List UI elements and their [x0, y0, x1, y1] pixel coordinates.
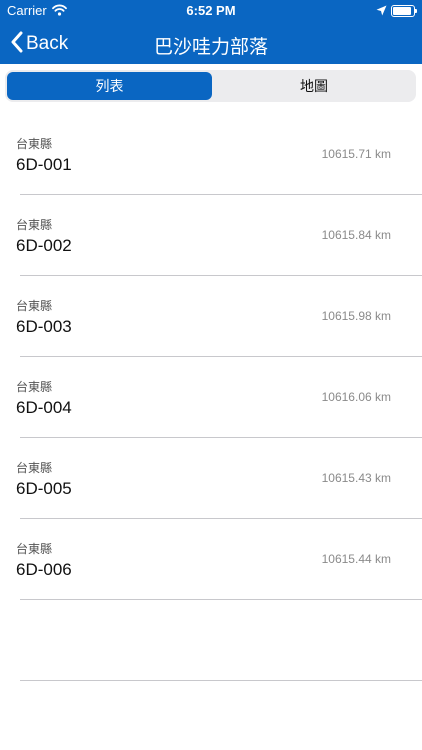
list-item[interactable]: 台東縣 6D-001 10615.71 km [0, 114, 422, 195]
row-code: 6D-003 [16, 317, 72, 336]
row-distance: 10615.98 km [321, 309, 391, 323]
row-code: 6D-005 [16, 479, 72, 498]
list-item[interactable]: 台東縣 6D-005 10615.43 km [0, 438, 422, 519]
row-code: 6D-004 [16, 398, 72, 417]
battery-icon [391, 5, 417, 17]
row-distance: 10615.44 km [321, 552, 391, 566]
row-code: 6D-001 [16, 155, 72, 174]
row-county: 台東縣 [16, 542, 53, 556]
segment-list[interactable]: 列表 [7, 72, 212, 100]
row-county: 台東縣 [16, 137, 53, 151]
location-arrow-icon [376, 4, 387, 19]
row-distance: 10616.06 km [321, 390, 391, 404]
location-list: 台東縣 6D-001 10615.71 km 台東縣 6D-002 10615.… [0, 114, 422, 681]
list-item[interactable]: 台東縣 6D-006 10615.44 km [0, 519, 422, 600]
nav-bar: Carrier 6:52 PM Back 巴沙哇力部落 [0, 0, 422, 64]
segment-map[interactable]: 地圖 [214, 72, 414, 100]
list-item[interactable]: 台東縣 6D-003 10615.98 km [0, 276, 422, 357]
list-item[interactable]: 台東縣 6D-004 10616.06 km [0, 357, 422, 438]
row-county: 台東縣 [16, 461, 53, 475]
row-county: 台東縣 [16, 380, 53, 394]
row-code: 6D-006 [16, 560, 72, 579]
status-time: 6:52 PM [186, 3, 236, 18]
view-segmented-control: 列表 地圖 [5, 70, 416, 102]
row-county: 台東縣 [16, 299, 53, 313]
list-item[interactable]: 台東縣 6D-002 10615.84 km [0, 195, 422, 276]
row-distance: 10615.71 km [321, 147, 391, 161]
page-title: 巴沙哇力部落 [153, 37, 268, 58]
row-code: 6D-002 [16, 236, 72, 255]
row-distance: 10615.84 km [321, 228, 391, 242]
row-separator [20, 680, 422, 681]
status-bar: Carrier 6:52 PM [0, 0, 422, 22]
row-distance: 10615.43 km [321, 471, 391, 485]
empty-row [0, 600, 422, 681]
row-county: 台東縣 [16, 218, 53, 232]
